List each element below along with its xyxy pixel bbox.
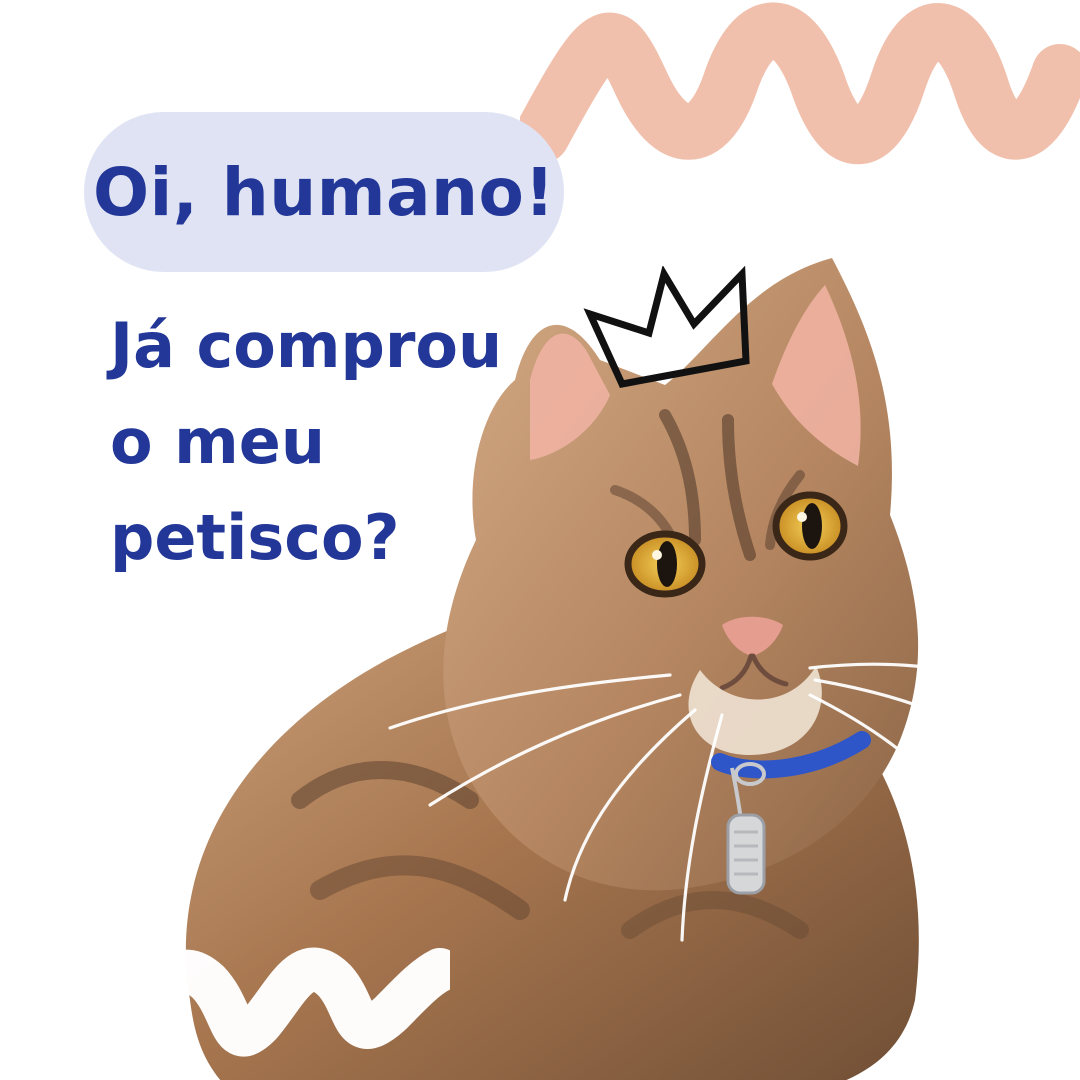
canvas: Oi, humano! Já comprou o meu petisco? <box>0 0 1080 1080</box>
question-text-block: Já comprou o meu petisco? <box>110 298 530 586</box>
question-line-1: Já comprou <box>110 309 503 382</box>
white-squiggle-decoration <box>98 947 450 1080</box>
greeting-pill: Oi, humano! <box>84 112 564 272</box>
question-line-2: o meu <box>110 405 325 478</box>
greeting-text: Oi, humano! <box>93 153 555 231</box>
crown-icon <box>583 266 750 388</box>
question-line-3: petisco? <box>110 501 400 574</box>
peach-squiggle-decoration <box>520 2 1080 164</box>
